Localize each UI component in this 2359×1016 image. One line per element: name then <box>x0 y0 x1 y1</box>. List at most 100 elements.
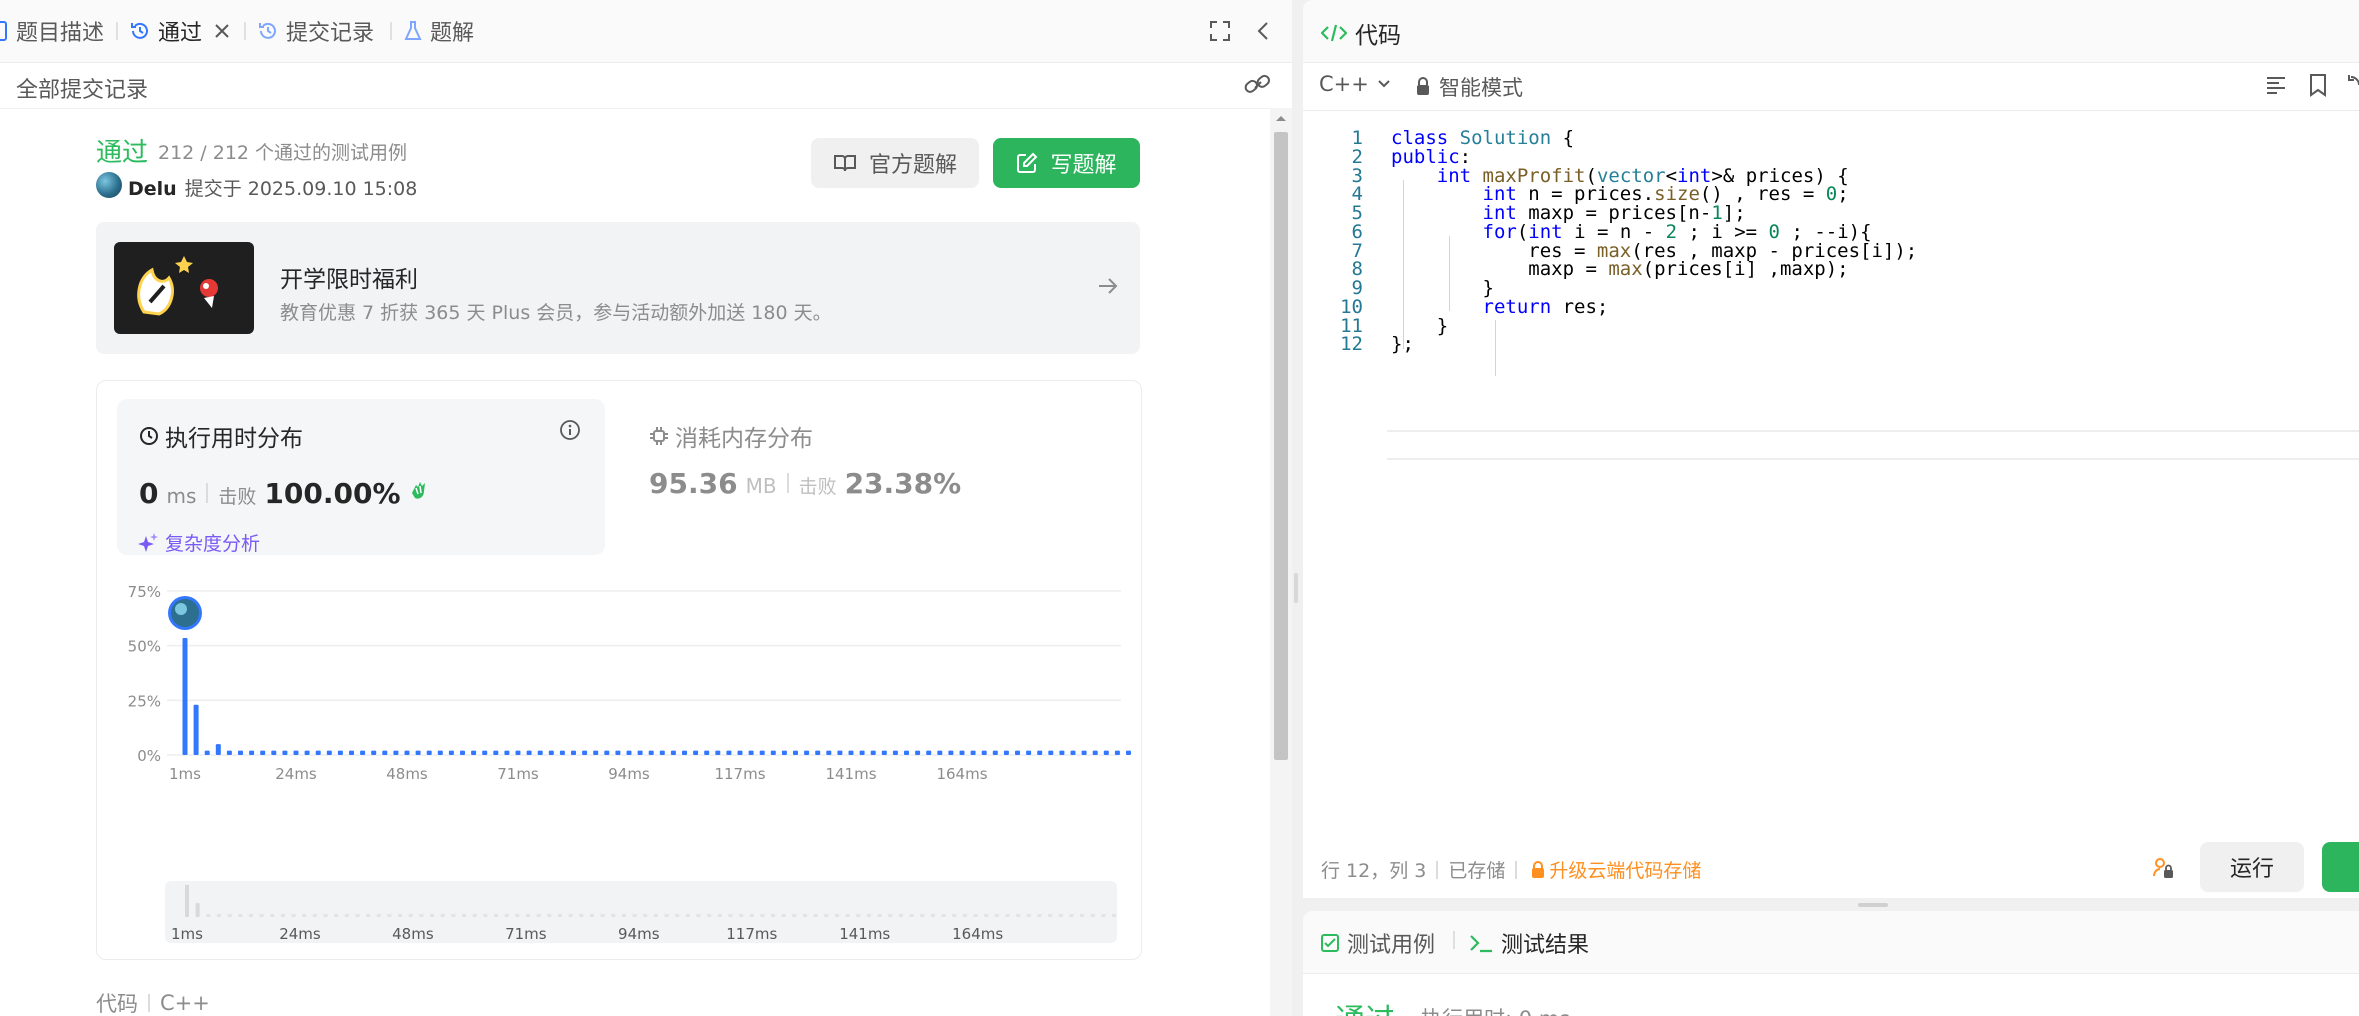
chart-bar[interactable] <box>670 750 676 755</box>
chart-bar[interactable] <box>415 750 421 755</box>
chart-bar[interactable] <box>1103 750 1109 755</box>
chart-bar[interactable] <box>659 750 665 755</box>
chart-bar[interactable] <box>793 750 798 755</box>
chart-bar[interactable] <box>937 750 943 755</box>
chart-bar[interactable] <box>992 750 998 755</box>
chart-bar[interactable] <box>182 638 188 755</box>
chart-bar[interactable] <box>615 750 621 755</box>
chart-bar[interactable] <box>460 750 465 755</box>
chart-bar[interactable] <box>892 750 898 755</box>
chart-bar[interactable] <box>1114 750 1120 755</box>
write-solution-button[interactable]: 写题解 <box>993 138 1140 188</box>
chart-bar[interactable] <box>271 750 277 755</box>
chart-bar[interactable] <box>293 750 299 755</box>
chart-bar[interactable] <box>859 750 865 755</box>
chart-bar[interactable] <box>204 750 210 755</box>
official-solution-button[interactable]: 官方题解 <box>811 138 979 188</box>
collapse-icon[interactable] <box>1256 21 1270 41</box>
chart-bar[interactable] <box>715 750 721 755</box>
chart-bar[interactable] <box>1059 750 1065 755</box>
chart-bar[interactable] <box>770 750 776 755</box>
horizontal-resize-handle[interactable] <box>1858 903 1888 907</box>
chart-bar[interactable] <box>393 750 399 755</box>
chart-bar[interactable] <box>482 750 488 755</box>
chart-bar[interactable] <box>1026 750 1032 755</box>
code-line[interactable]: 12}; <box>1303 330 2359 358</box>
chart-bar[interactable] <box>693 750 699 755</box>
chart-bar[interactable] <box>881 750 887 755</box>
chart-bar[interactable] <box>970 750 976 755</box>
tab-submissions[interactable]: 提交记录 <box>258 14 374 48</box>
chart-bar[interactable] <box>559 750 565 755</box>
fullscreen-icon[interactable] <box>1210 21 1230 41</box>
avatar[interactable] <box>96 172 122 198</box>
chart-bar[interactable] <box>815 750 821 755</box>
chart-bar[interactable] <box>537 750 543 755</box>
language-select[interactable]: C++ <box>1319 72 1391 96</box>
chart-bar[interactable] <box>626 750 632 755</box>
chart-bar[interactable] <box>448 750 454 755</box>
promo-banner[interactable]: 开学限时福利 教育优惠 7 折获 365 天 Plus 会员，参与活动额外加送 … <box>96 222 1140 354</box>
chart-bar[interactable] <box>1126 750 1131 755</box>
arrow-right-icon[interactable] <box>1096 274 1120 298</box>
chart-bar[interactable] <box>504 750 510 755</box>
chart-bar[interactable] <box>426 750 432 755</box>
link-icon[interactable] <box>1243 72 1271 98</box>
debug-lock-icon[interactable] <box>2151 856 2175 880</box>
chart-bar[interactable] <box>682 750 687 755</box>
reset-icon[interactable] <box>2347 73 2359 97</box>
submit-button[interactable]: 提 <box>2322 842 2359 892</box>
chart-bar[interactable] <box>748 750 754 755</box>
tab-testcases[interactable]: 测试用例 <box>1321 927 1435 959</box>
user-avatar-marker[interactable] <box>168 596 202 630</box>
chart-bar[interactable] <box>260 750 266 755</box>
chart-bar[interactable] <box>1015 750 1020 755</box>
info-icon[interactable] <box>559 419 581 441</box>
tab-test-results[interactable]: 测试结果 <box>1469 927 1589 959</box>
chart-bar[interactable] <box>726 750 732 755</box>
chart-bar[interactable] <box>904 750 909 755</box>
runtime-distribution-chart[interactable]: 0% 25% 50% 75% 1ms 24ms 48ms 71ms 94ms 117ms 141ms… <box>121 571 1131 877</box>
tab-solutions[interactable]: 题解 <box>404 14 474 48</box>
chart-bar[interactable] <box>315 750 321 755</box>
close-icon[interactable] <box>214 23 230 39</box>
tab-description[interactable]: 题目描述 <box>0 14 104 48</box>
chart-bar[interactable] <box>948 750 954 755</box>
chart-bar[interactable] <box>571 750 576 755</box>
chart-bar[interactable] <box>282 750 288 755</box>
chart-bar[interactable] <box>1037 750 1043 755</box>
chart-bar[interactable] <box>1070 750 1076 755</box>
chart-bar[interactable] <box>959 750 965 755</box>
chart-bar[interactable] <box>637 750 643 755</box>
chart-bar[interactable] <box>371 750 377 755</box>
all-submissions-header[interactable]: 全部提交记录 <box>16 72 148 104</box>
chart-bar[interactable] <box>471 750 477 755</box>
memory-card-title[interactable]: 消耗内存分布 <box>649 419 813 453</box>
upgrade-storage-link[interactable]: 升级云端代码存储 <box>1531 856 1701 883</box>
chart-range-slider[interactable]: 1ms 24ms 48ms 71ms 94ms 117ms 141ms 164ms <box>165 881 1117 943</box>
smart-mode-toggle[interactable]: 智能模式 <box>1415 72 1523 102</box>
chart-bar[interactable] <box>1048 750 1054 755</box>
chart-bar[interactable] <box>582 750 588 755</box>
chart-bar[interactable] <box>526 750 532 755</box>
format-icon[interactable] <box>2265 74 2287 96</box>
chart-bar[interactable] <box>548 750 554 755</box>
chart-bar[interactable] <box>326 750 332 755</box>
chart-bar[interactable] <box>870 750 876 755</box>
chart-bar[interactable] <box>493 750 499 755</box>
chart-bar[interactable] <box>759 750 765 755</box>
chart-bar[interactable] <box>304 750 310 755</box>
runtime-card[interactable]: 执行用时分布 0 ms 击败 100.00% 复杂度分析 <box>117 399 605 555</box>
chart-bar[interactable] <box>249 750 255 755</box>
chart-bar[interactable] <box>781 750 787 755</box>
scroll-up-icon[interactable] <box>1273 112 1289 124</box>
chart-bar[interactable] <box>604 750 610 755</box>
chart-bar[interactable] <box>915 750 921 755</box>
run-button[interactable]: 运行 <box>2200 842 2304 892</box>
chart-bar[interactable] <box>226 750 232 755</box>
chart-bar[interactable] <box>349 750 354 755</box>
tab-code[interactable]: 代码 <box>1321 16 1401 50</box>
bookmark-icon[interactable] <box>2309 73 2327 97</box>
chart-bar[interactable] <box>337 750 343 755</box>
chart-bar[interactable] <box>704 750 710 755</box>
